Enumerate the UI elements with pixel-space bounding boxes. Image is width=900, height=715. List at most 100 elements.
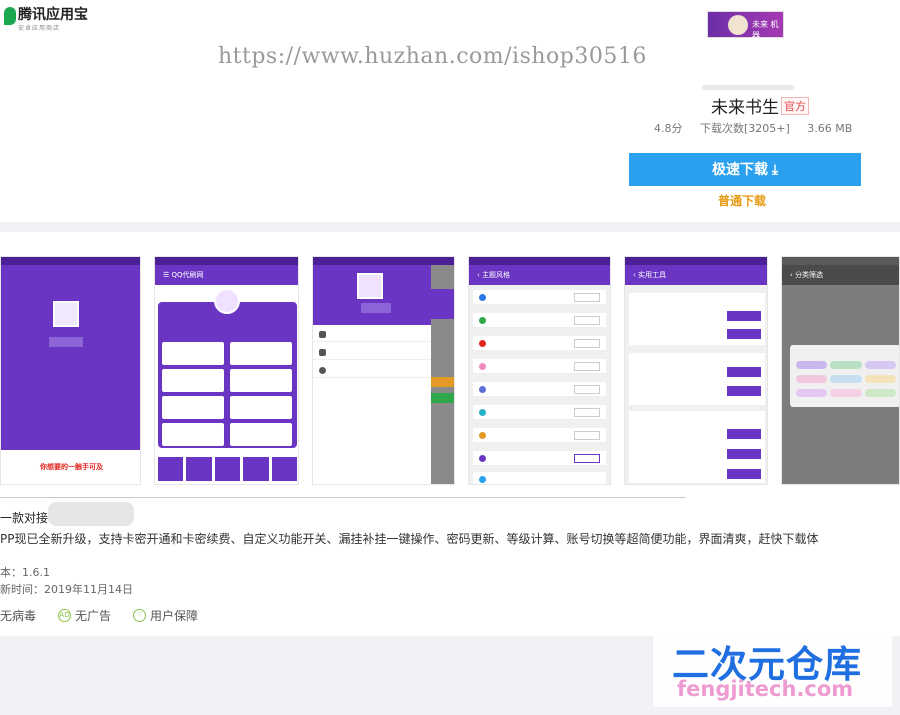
status-bar [1,257,140,265]
tool-card [629,353,765,405]
screen-title: 主题风格 [482,271,511,279]
status-bar [782,257,899,265]
app-size: 3.66 MB [807,122,853,135]
blurred-name [361,303,391,313]
status-bar [469,257,610,265]
bottom-toolbar [158,457,298,481]
filter-dialog [790,345,899,407]
blurred-region [48,502,134,526]
update-time: 新时间：2019年11月14日 [0,583,133,596]
toolbar-item [186,457,212,481]
dimmed-overlay [431,265,454,484]
toolbar-item [243,457,269,481]
dashboard-tile [230,369,292,392]
toolbar-item [158,457,184,481]
tool-button [727,429,761,439]
dashboard-tile [162,423,224,446]
section-divider [0,497,686,498]
screen-title: 实用工具 [638,271,667,279]
theme-row [473,336,606,351]
screenshot-3[interactable] [312,256,455,485]
dashboard-tile [162,396,224,419]
app-rating: 4.8分 [654,122,683,135]
tool-button [727,386,761,396]
screen-title: QQ代刷网 [171,271,204,279]
dashboard-tile [230,423,292,446]
blurred-name [49,337,83,347]
status-bar [625,257,767,265]
theme-row [473,359,606,374]
store-logo[interactable]: 腾讯应用宝 安卓应用商店 [4,7,88,32]
status-bar [313,257,454,265]
store-subtitle: 安卓应用商店 [18,25,61,32]
url-watermark: https://www.huzhan.com/ishop30516 [218,44,647,69]
corner-watermark-url: fengjitech.com [677,677,854,701]
store-name: 腾讯应用宝 [18,7,88,23]
toolbar-item [214,457,241,481]
dashboard-tile [162,369,224,392]
app-version: 本：1.6.1 [0,566,50,579]
tool-card [629,411,765,483]
theme-row [473,313,606,328]
toolbar-item [271,457,298,481]
splash-panel [1,265,140,450]
screen-header: ☰ QQ代刷网 [155,265,298,285]
screen-header: ‹ 分类筛选 [782,265,899,285]
app-icon-text: 未来 机器 [752,20,779,40]
ad-icon: AD [58,609,72,622]
status-bar [155,257,298,265]
fast-download-button[interactable]: 极速下载 ⤓ [629,153,861,186]
screen-header: ‹ 主题风格 [469,265,610,285]
dashboard-panel [158,288,297,448]
app-name: 未来书生 [711,98,779,118]
app-icon: 未来 机器 [707,11,784,40]
badge-no-ads: AD 无广告 [58,607,111,624]
screenshot-2[interactable]: ☰ QQ代刷网 [154,256,299,485]
theme-row [473,290,606,305]
screenshot-1[interactable]: 你想要的一触手可及 [0,256,141,485]
app-info-card: 腾讯应用宝 安卓应用商店 https://www.huzhan.com/isho… [0,0,900,222]
tool-card [629,293,765,345]
dashboard-tile [162,342,224,365]
badge-text: 无病毒 [0,609,37,623]
splash-avatar [53,301,79,327]
theme-row [473,451,606,466]
badge-text: 用户保障 [150,609,199,623]
tool-button [727,367,761,377]
dashboard-tile [230,342,292,365]
splash-caption: 你想要的一触手可及 [40,463,103,471]
badge-text: 无广告 [75,609,112,623]
drawer-header [313,265,431,325]
theme-row [473,405,606,420]
screen-header: ‹ 实用工具 [625,265,767,285]
blurred-region [702,85,794,90]
safety-badges: 无病毒 AD 无广告 ♡ 用户保障 [0,607,220,624]
store-logo-icon [4,7,16,25]
app-icon-avatar [728,15,748,35]
badge-user-protection: ♡ 用户保障 [133,607,198,624]
drawer-avatar [357,273,383,299]
tool-button [727,329,761,339]
theme-row [473,428,606,443]
drawer-item [313,327,431,342]
tool-button [727,469,761,479]
theme-row [473,472,606,484]
screenshot-5[interactable]: ‹ 实用工具 [624,256,768,485]
tool-button [727,311,761,321]
normal-download-link[interactable]: 普通下载 [718,192,766,209]
screenshot-4[interactable]: ‹ 主题风格 [468,256,611,485]
official-badge: 官方 [781,97,809,115]
app-downloads: 下载次数[3205+] [700,122,790,135]
screenshot-6[interactable]: ‹ 分类筛选 [781,256,900,485]
badge-no-virus: 无病毒 [0,607,36,624]
heart-icon: ♡ [133,609,147,622]
user-avatar [214,288,240,314]
dashboard-tile [230,396,292,419]
theme-row [473,382,606,397]
drawer-item [313,363,431,378]
tool-button [727,449,761,459]
screen-title: 分类筛选 [795,271,824,279]
drawer-item [313,345,431,360]
menu-icon: ☰ [163,271,172,279]
description-body: PP现已全新升级，支持卡密开通和卡密续费、自定义功能开关、漏挂补挂一键操作、密码… [0,532,819,546]
